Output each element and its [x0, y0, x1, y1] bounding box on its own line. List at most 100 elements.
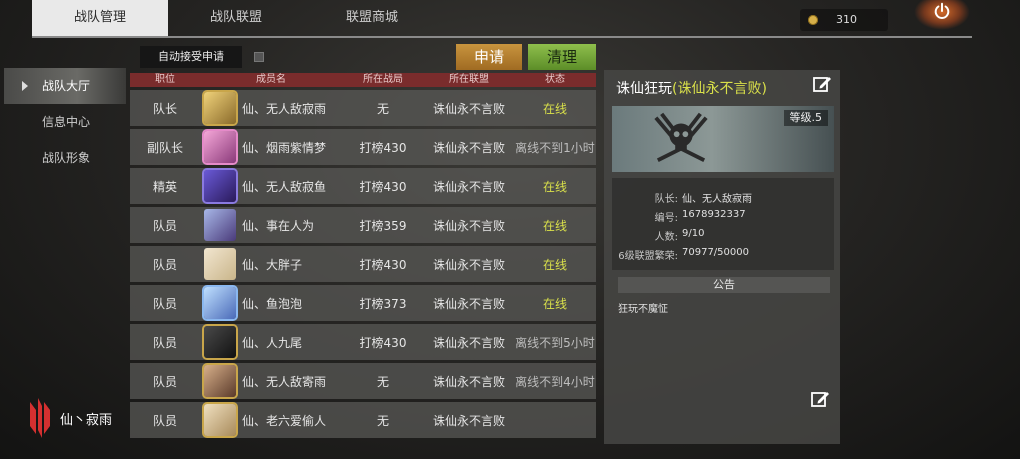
captain-label: 队长: — [654, 194, 678, 205]
avatar[interactable] — [204, 170, 236, 202]
sidebar-item-team-image[interactable]: 战队形象 — [4, 140, 126, 176]
sidebar: 战队大厅 信息中心 战队形象 — [4, 68, 126, 176]
prosperity-label: 6级联盟繁荣: — [618, 251, 678, 262]
team-title: 诛仙狂玩(诛仙永不言败) — [616, 78, 767, 98]
auto-accept-label: 自动接受申请 — [140, 46, 242, 68]
member-match: 无 — [376, 374, 389, 389]
tab-alliance-shop[interactable]: 联盟商城 — [304, 0, 440, 36]
currency-display: 310 — [800, 9, 888, 31]
member-role: 队员 — [152, 296, 177, 311]
member-name: 仙、大胖子 — [242, 257, 303, 272]
member-count-label: 人数: — [654, 232, 678, 243]
tab-team-management[interactable]: 战队管理 — [32, 0, 168, 36]
captain-value: 仙、无人敌寂雨 — [682, 194, 752, 205]
header-status: 状态 — [545, 74, 565, 85]
member-name: 仙、无人敌寄雨 — [242, 374, 327, 389]
member-match: 打榜430 — [359, 179, 407, 194]
member-table: 职位 成员名 所在战局 所在联盟 状态 队长 仙、无人敌寂雨 无 诛仙永不言败 … — [130, 73, 596, 438]
apply-button[interactable]: 申请 — [456, 44, 522, 70]
member-status: 在线 — [542, 257, 567, 272]
table-row[interactable]: 精英 仙、无人敌寂鱼 打榜430 诛仙永不言败 在线 — [130, 168, 596, 204]
member-role: 队长 — [152, 101, 177, 116]
currency-amount: 310 — [836, 13, 857, 26]
avatar[interactable] — [204, 131, 236, 163]
sidebar-item-team-hall[interactable]: 战队大厅 — [4, 68, 126, 104]
member-status: 在线 — [542, 218, 567, 233]
arrow-right-icon — [22, 81, 28, 91]
member-match: 打榜430 — [359, 257, 407, 272]
header-match: 所在战局 — [363, 74, 403, 85]
coin-icon — [808, 15, 818, 25]
member-status: 离线不到4小时 — [515, 374, 595, 389]
team-details: 队长: 仙、无人敌寂雨 编号: 1678932337 人数: 9/10 6级联盟… — [612, 178, 834, 270]
team-info-panel: 诛仙狂玩(诛仙永不言败) 等级.5 队长: 仙、无人敌寂雨 编号: 167893… — [604, 70, 840, 444]
member-match: 无 — [376, 101, 389, 116]
avatar[interactable] — [204, 92, 236, 124]
top-tabs: 战队管理 战队联盟 联盟商城 — [32, 0, 440, 36]
member-alliance: 诛仙永不言败 — [432, 179, 505, 194]
member-alliance: 诛仙永不言败 — [432, 140, 505, 155]
table-row[interactable]: 队员 仙、老六爱偷人 无 诛仙永不言败 — [130, 402, 596, 438]
member-alliance: 诛仙永不言败 — [432, 218, 505, 233]
prosperity-value: 70977/50000 — [682, 247, 749, 258]
tab-team-alliance[interactable]: 战队联盟 — [168, 0, 304, 36]
avatar[interactable] — [204, 248, 236, 280]
notice-title: 公告 — [618, 277, 830, 293]
table-row[interactable]: 队员 仙、无人敌寄雨 无 诛仙永不言败 离线不到4小时 — [130, 363, 596, 399]
member-name: 仙、无人敌寂雨 — [242, 101, 327, 116]
member-alliance: 诛仙永不言败 — [432, 335, 505, 350]
header-role: 职位 — [155, 74, 175, 85]
skull-emblem-icon — [654, 112, 708, 162]
table-row[interactable]: 副队长 仙、烟雨紫情梦 打榜430 诛仙永不言败 离线不到1小时 — [130, 129, 596, 165]
header-alliance: 所在联盟 — [449, 74, 489, 85]
sidebar-item-info-center[interactable]: 信息中心 — [4, 104, 126, 140]
member-match: 打榜373 — [359, 296, 407, 311]
member-name: 仙、烟雨紫情梦 — [242, 140, 327, 155]
table-row[interactable]: 队员 仙、事在人为 打榜359 诛仙永不言败 在线 — [130, 207, 596, 243]
member-alliance: 诛仙永不言败 — [432, 374, 505, 389]
exit-button[interactable] — [914, 0, 970, 30]
member-status: 在线 — [542, 101, 567, 116]
member-status: 离线不到1小时 — [515, 140, 595, 155]
member-status: 离线不到5小时 — [515, 335, 595, 350]
member-role: 队员 — [152, 413, 177, 428]
table-header: 职位 成员名 所在战局 所在联盟 状态 — [130, 73, 596, 87]
sidebar-item-label: 信息中心 — [42, 115, 91, 129]
header-member-name: 成员名 — [256, 74, 286, 85]
sidebar-item-label: 战队形象 — [42, 151, 91, 165]
sidebar-item-label: 战队大厅 — [42, 79, 91, 93]
member-role: 队员 — [152, 218, 177, 233]
power-icon — [934, 2, 950, 19]
member-name: 仙、事在人为 — [242, 218, 315, 233]
table-row[interactable]: 队长 仙、无人敌寂雨 无 诛仙永不言败 在线 — [130, 90, 596, 126]
edit-team-icon[interactable] — [812, 74, 832, 94]
member-role: 队员 — [152, 257, 177, 272]
member-role: 副队长 — [146, 140, 183, 155]
member-role: 精英 — [152, 179, 177, 194]
clean-button[interactable]: 清理 — [528, 44, 596, 70]
member-match: 打榜430 — [359, 140, 407, 155]
notice-text: 狂玩不魔怔 — [618, 304, 668, 315]
avatar[interactable] — [204, 209, 236, 241]
member-match: 打榜359 — [359, 218, 407, 233]
avatar[interactable] — [204, 326, 236, 358]
table-row[interactable]: 队员 仙、鱼泡泡 打榜373 诛仙永不言败 在线 — [130, 285, 596, 321]
avatar[interactable] — [204, 365, 236, 397]
member-role: 队员 — [152, 374, 177, 389]
team-alliance-name: (诛仙永不言败) — [672, 81, 767, 97]
edit-notice-icon[interactable] — [810, 389, 830, 409]
table-row[interactable]: 队员 仙、人九尾 打榜430 诛仙永不言败 离线不到5小时 — [130, 324, 596, 360]
team-level-badge: 等级.5 — [783, 110, 828, 126]
red-magic-logo-icon — [30, 398, 50, 438]
member-status: 在线 — [542, 179, 567, 194]
avatar[interactable] — [204, 404, 236, 436]
member-name: 仙、老六爱偷人 — [242, 413, 327, 428]
avatar[interactable] — [204, 287, 236, 319]
auto-accept-checkbox[interactable] — [254, 52, 264, 62]
member-count-value: 9/10 — [682, 228, 705, 239]
team-id-label: 编号: — [654, 213, 678, 224]
member-alliance: 诛仙永不言败 — [432, 257, 505, 272]
top-divider — [32, 36, 972, 38]
member-name: 仙、鱼泡泡 — [242, 296, 303, 311]
table-row[interactable]: 队员 仙、大胖子 打榜430 诛仙永不言败 在线 — [130, 246, 596, 282]
